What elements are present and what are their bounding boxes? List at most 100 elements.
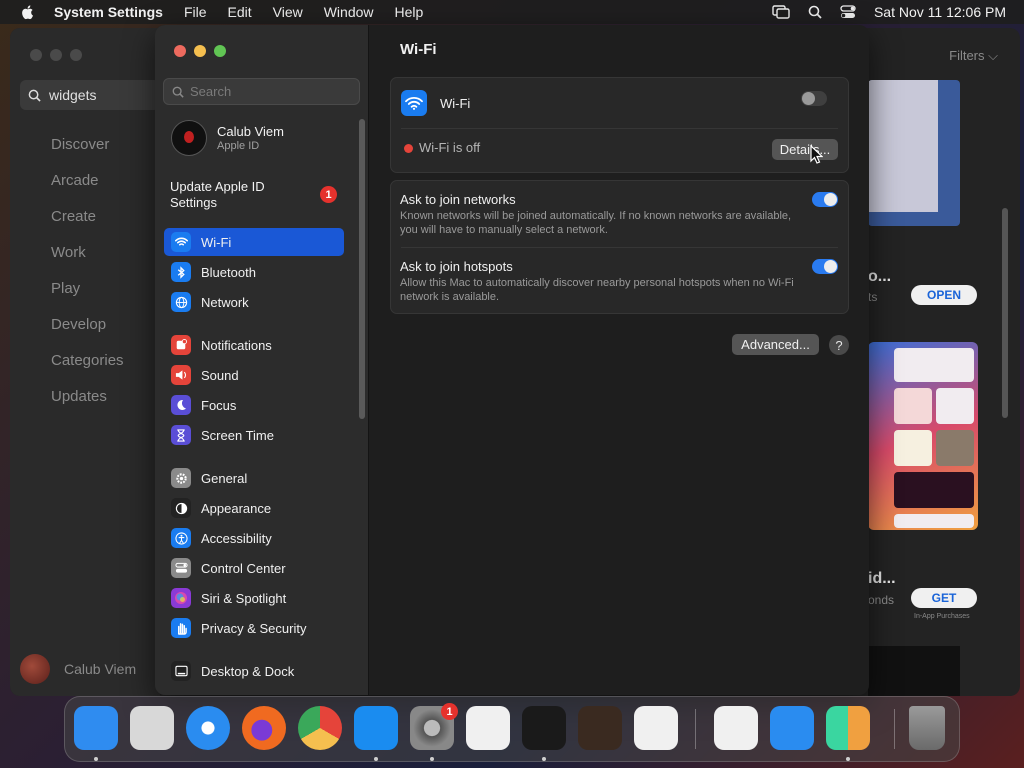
sidebar-item-sound[interactable]: Sound bbox=[164, 361, 334, 389]
dock-separator bbox=[695, 709, 696, 749]
sidebar-item-control-center[interactable]: Control Center bbox=[164, 554, 334, 582]
settings-dock-badge: 1 bbox=[441, 703, 458, 720]
app-store-icon[interactable] bbox=[354, 706, 398, 750]
app-store-nav-updates[interactable]: Updates bbox=[51, 388, 107, 405]
sidebar-item-label: Network bbox=[201, 294, 249, 310]
firefox-icon[interactable] bbox=[242, 706, 286, 750]
app-store-search-field[interactable]: widgets bbox=[20, 80, 160, 110]
help-button[interactable]: ? bbox=[829, 335, 849, 355]
app-store-nav-discover[interactable]: Discover bbox=[51, 136, 109, 153]
sidebar-item-general[interactable]: General bbox=[164, 464, 334, 492]
sidebar-item-desktop-dock[interactable]: Desktop & Dock bbox=[164, 657, 334, 685]
avatar bbox=[171, 120, 207, 156]
running-indicator bbox=[542, 757, 546, 761]
safari-icon[interactable] bbox=[186, 706, 230, 750]
garageband-icon[interactable] bbox=[578, 706, 622, 750]
sidebar-item-bluetooth[interactable]: Bluetooth bbox=[164, 258, 334, 286]
sidebar-item-network[interactable]: Network bbox=[164, 288, 334, 316]
visual-studio-icon[interactable] bbox=[714, 706, 758, 750]
open-button[interactable]: OPEN bbox=[911, 285, 977, 305]
menu-window[interactable]: Window bbox=[324, 4, 374, 20]
running-indicator bbox=[94, 757, 98, 761]
widget-app-screenshot[interactable] bbox=[868, 342, 978, 530]
details-button[interactable]: Details... bbox=[772, 139, 838, 160]
ask-to-join-hotspots-toggle[interactable] bbox=[812, 259, 838, 274]
zoom-button[interactable] bbox=[214, 45, 226, 57]
dock-icon bbox=[171, 661, 191, 681]
weather-icon[interactable] bbox=[770, 706, 814, 750]
running-indicator bbox=[846, 757, 850, 761]
app-title[interactable]: o... bbox=[868, 268, 891, 286]
ask-to-join-networks-toggle[interactable] bbox=[812, 192, 838, 207]
sidebar-item-wi-fi[interactable]: Wi-Fi bbox=[164, 228, 344, 256]
sidebar-item-label: Sound bbox=[201, 367, 239, 383]
divider bbox=[401, 247, 838, 248]
update-badge: 1 bbox=[320, 186, 337, 203]
trash-icon[interactable] bbox=[909, 706, 945, 750]
menu-clock[interactable]: Sat Nov 11 12:06 PM bbox=[874, 4, 1006, 20]
app-store-account[interactable]: Calub Viem bbox=[20, 654, 136, 684]
minimize-button[interactable] bbox=[194, 45, 206, 57]
app-store-close-button[interactable] bbox=[30, 49, 42, 61]
sidebar-item-siri-spotlight[interactable]: Siri & Spotlight bbox=[164, 584, 334, 612]
hourglass-icon bbox=[171, 425, 191, 445]
chevron-down-icon: ⌵ bbox=[988, 48, 998, 63]
control-center-menu-icon[interactable] bbox=[840, 5, 856, 19]
sidebar-item-focus[interactable]: Focus bbox=[164, 391, 334, 419]
app-subtitle: onds bbox=[868, 593, 895, 607]
app-store-user-name: Calub Viem bbox=[64, 661, 137, 677]
sidebar-item-screen-time[interactable]: Screen Time bbox=[164, 421, 334, 449]
app-screenshot[interactable] bbox=[868, 646, 960, 696]
app-store-nav-develop[interactable]: Develop bbox=[51, 316, 106, 333]
account-subtitle: Apple ID bbox=[217, 140, 260, 152]
menu-view[interactable]: View bbox=[273, 4, 303, 20]
join-options-group: Ask to join networks Known networks will… bbox=[390, 180, 849, 314]
sidebar-scrollbar[interactable] bbox=[359, 119, 365, 419]
ask-to-join-networks-title: Ask to join networks bbox=[400, 192, 516, 207]
status-indicator bbox=[404, 144, 413, 153]
menu-edit[interactable]: Edit bbox=[228, 4, 252, 20]
sidebar-item-label: Appearance bbox=[201, 500, 272, 516]
close-button[interactable] bbox=[174, 45, 186, 57]
vscode-icon[interactable] bbox=[634, 706, 678, 750]
app-store-zoom-button[interactable] bbox=[70, 49, 82, 61]
screen-mirroring-icon[interactable] bbox=[772, 5, 790, 19]
app-screenshot[interactable] bbox=[868, 80, 960, 226]
app-store-nav-arcade[interactable]: Arcade bbox=[51, 172, 99, 189]
filters-button[interactable]: Filters ⌵ bbox=[949, 48, 998, 64]
menu-file[interactable]: File bbox=[184, 4, 207, 20]
settings-search-field[interactable]: Search bbox=[163, 78, 360, 105]
sidebar-item-label: Focus bbox=[201, 397, 237, 413]
update-apple-id-settings[interactable]: Update Apple ID Settings bbox=[170, 179, 290, 211]
finder-icon[interactable] bbox=[74, 706, 118, 750]
apple-id-account[interactable]: Calub Viem Apple ID bbox=[171, 120, 284, 156]
sidebar-item-privacy-security[interactable]: Privacy & Security bbox=[164, 614, 334, 642]
launchpad-icon[interactable] bbox=[130, 706, 174, 750]
sidebar-item-appearance[interactable]: Appearance bbox=[164, 494, 334, 522]
menu-app-name[interactable]: System Settings bbox=[54, 4, 163, 20]
app-store-nav-create[interactable]: Create bbox=[51, 208, 96, 225]
advanced-button[interactable]: Advanced... bbox=[732, 334, 819, 355]
menu-help[interactable]: Help bbox=[395, 4, 424, 20]
textedit-icon[interactable] bbox=[466, 706, 510, 750]
widget-app-icon[interactable] bbox=[826, 706, 870, 750]
sidebar-item-accessibility[interactable]: Accessibility bbox=[164, 524, 334, 552]
chrome-icon[interactable] bbox=[298, 706, 342, 750]
mouse-cursor-icon bbox=[810, 145, 823, 164]
moon-icon bbox=[171, 395, 191, 415]
terminal-icon[interactable] bbox=[522, 706, 566, 750]
app-store-nav-work[interactable]: Work bbox=[51, 244, 86, 261]
get-button[interactable]: GET bbox=[911, 588, 977, 608]
wifi-toggle[interactable] bbox=[801, 91, 827, 106]
app-store-search-value: widgets bbox=[49, 87, 97, 103]
apple-menu-icon[interactable] bbox=[20, 4, 36, 20]
app-store-nav-play[interactable]: Play bbox=[51, 280, 80, 297]
sidebar-item-notifications[interactable]: Notifications bbox=[164, 331, 334, 359]
app-store-nav-categories[interactable]: Categories bbox=[51, 352, 124, 369]
account-name: Calub Viem bbox=[217, 124, 284, 139]
ask-to-join-networks-description: Known networks will be joined automatica… bbox=[400, 210, 792, 236]
app-store-scrollbar[interactable] bbox=[1002, 208, 1008, 418]
spotlight-search-icon[interactable] bbox=[808, 5, 822, 19]
app-store-minimize-button[interactable] bbox=[50, 49, 62, 61]
app-title[interactable]: id... bbox=[868, 570, 896, 588]
